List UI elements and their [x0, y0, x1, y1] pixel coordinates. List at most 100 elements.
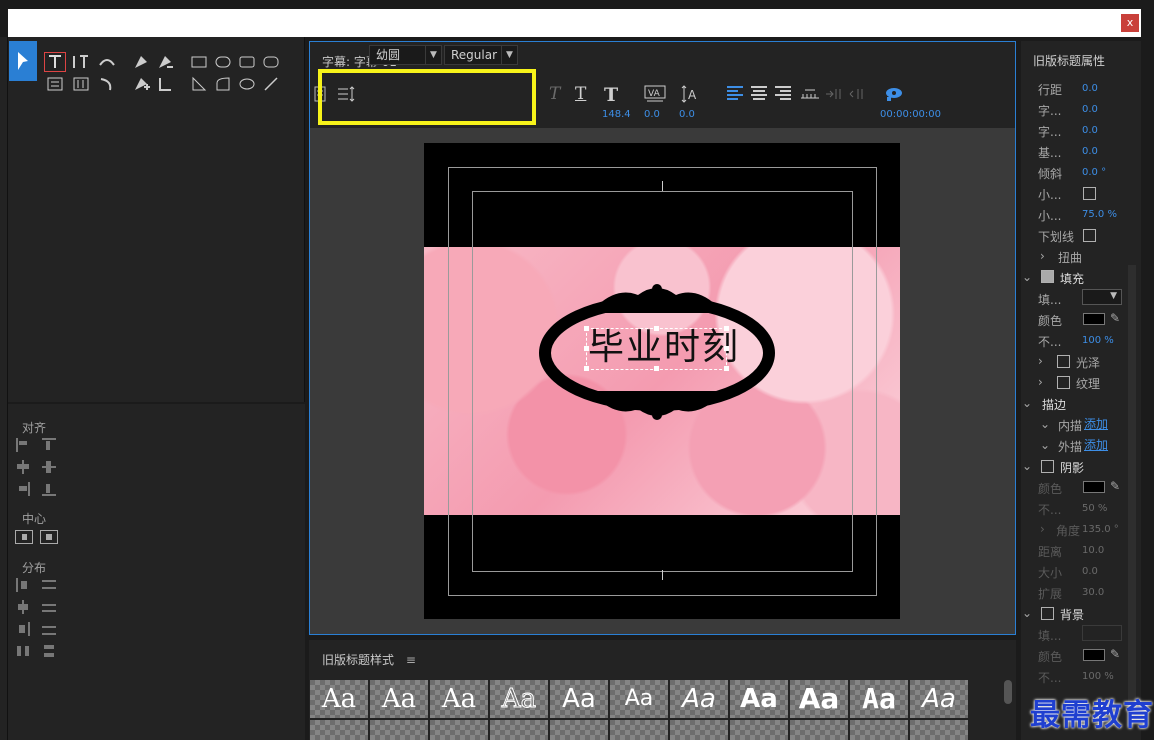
properties-panel-tab[interactable]: 旧版标题属性: [1033, 52, 1105, 69]
chevron-right-icon[interactable]: ›: [1040, 522, 1045, 536]
align-center-text-icon[interactable]: [751, 86, 767, 100]
chevron-down-icon[interactable]: ⌄: [1022, 606, 1032, 620]
rectangle-tool[interactable]: [188, 52, 210, 72]
style-swatch[interactable]: Aa: [910, 680, 968, 718]
smallcaps-checkbox[interactable]: [1083, 187, 1096, 200]
distribute-bottom-icon[interactable]: [42, 622, 58, 636]
eyedropper-icon[interactable]: ✎: [1110, 311, 1120, 325]
distribute-v-space-icon[interactable]: [42, 644, 58, 658]
prop-value[interactable]: 0.0: [1082, 83, 1098, 94]
delete-anchor-tool[interactable]: [154, 52, 176, 72]
pen-tool[interactable]: [130, 52, 152, 72]
bg-fill-dropdown[interactable]: [1082, 625, 1122, 641]
add-inner-stroke-link[interactable]: 添加: [1084, 415, 1108, 432]
texture-checkbox[interactable]: [1057, 376, 1070, 389]
style-swatch[interactable]: [850, 720, 908, 740]
style-swatch[interactable]: Aa: [430, 680, 488, 718]
style-swatch[interactable]: [430, 720, 488, 740]
path-type-tool[interactable]: [96, 52, 118, 72]
ellipse-tool[interactable]: [236, 74, 258, 94]
line-tool[interactable]: [260, 74, 282, 94]
font-family-dropdown[interactable]: 幼圆 ▼: [369, 45, 442, 65]
leading-value[interactable]: 0.0: [679, 109, 695, 120]
font-style-dropdown[interactable]: Regular ▼: [444, 45, 518, 65]
vertical-path-type-tool[interactable]: [96, 74, 118, 94]
resize-handle[interactable]: [654, 326, 659, 331]
align-left-text-icon[interactable]: [727, 86, 743, 100]
distribute-v-center-icon[interactable]: [42, 600, 58, 614]
timecode[interactable]: 00:00:00:00: [880, 109, 941, 120]
center-vertical-icon[interactable]: [40, 530, 58, 544]
arc-tool[interactable]: [212, 74, 234, 94]
chevron-down-icon[interactable]: ⌄: [1040, 438, 1050, 452]
style-swatch[interactable]: [910, 720, 968, 740]
background-checkbox[interactable]: [1041, 607, 1054, 620]
style-swatch[interactable]: Aa: [850, 680, 908, 718]
caption-text[interactable]: 毕业时刻: [588, 328, 738, 370]
kerning-value[interactable]: 0.0: [644, 109, 660, 120]
convert-anchor-tool[interactable]: [154, 74, 176, 94]
font-size-icon[interactable]: T: [604, 84, 618, 106]
styles-panel-tab[interactable]: 旧版标题样式: [322, 653, 394, 667]
style-swatch[interactable]: Aa: [670, 680, 728, 718]
font-size-value[interactable]: 148.4: [602, 109, 631, 120]
italic-icon[interactable]: T: [549, 84, 560, 104]
align-top-icon[interactable]: [42, 438, 58, 452]
chevron-down-icon[interactable]: ⌄: [1022, 396, 1032, 410]
style-swatch[interactable]: [670, 720, 728, 740]
resize-handle[interactable]: [584, 366, 589, 371]
chevron-right-icon[interactable]: ›: [1038, 375, 1043, 389]
fill-color-swatch[interactable]: [1083, 313, 1105, 325]
rounded-rectangle-tool[interactable]: [212, 52, 234, 72]
kerning-icon[interactable]: VA: [644, 85, 666, 103]
style-swatch[interactable]: Aa: [730, 680, 788, 718]
paragraph-rtl-icon[interactable]: [849, 87, 867, 101]
paragraph-ltr-icon[interactable]: [825, 87, 843, 101]
fill-checkbox[interactable]: [1041, 270, 1054, 283]
eyedropper-icon[interactable]: ✎: [1110, 479, 1120, 493]
align-v-center-icon[interactable]: [42, 460, 58, 474]
style-swatch[interactable]: Aa: [490, 680, 548, 718]
style-swatch[interactable]: Aa: [310, 680, 368, 718]
style-swatch[interactable]: Aa: [370, 680, 428, 718]
prop-value[interactable]: 100 %: [1082, 335, 1114, 346]
properties-scrollbar[interactable]: [1128, 265, 1136, 705]
style-swatch[interactable]: Aa: [790, 680, 848, 718]
leading-icon[interactable]: A: [681, 84, 701, 104]
fill-type-dropdown[interactable]: ▼: [1082, 289, 1122, 305]
chevron-down-icon[interactable]: ⌄: [1040, 417, 1050, 431]
style-swatch[interactable]: Aa: [550, 680, 608, 718]
distribute-h-space-icon[interactable]: [16, 644, 32, 658]
sheen-checkbox[interactable]: [1057, 355, 1070, 368]
resize-handle[interactable]: [724, 366, 729, 371]
styles-scrollbar[interactable]: [1004, 680, 1012, 704]
prop-value[interactable]: 0.0 °: [1082, 167, 1106, 178]
style-swatch[interactable]: [490, 720, 548, 740]
clipped-rectangle-tool[interactable]: [236, 52, 258, 72]
prop-value[interactable]: 0.0: [1082, 146, 1098, 157]
align-right-text-icon[interactable]: [775, 86, 791, 100]
style-swatch[interactable]: [550, 720, 608, 740]
show-background-video-icon[interactable]: [884, 85, 904, 103]
rounded-corner-tool[interactable]: [260, 52, 282, 72]
prop-value[interactable]: 75.0 %: [1082, 209, 1117, 220]
prop-value[interactable]: 50 %: [1082, 503, 1107, 514]
prop-value[interactable]: 0.0: [1082, 125, 1098, 136]
wedge-tool[interactable]: [188, 74, 210, 94]
chevron-down-icon[interactable]: ⌄: [1022, 459, 1032, 473]
distribute-h-center-icon[interactable]: [16, 600, 32, 614]
center-horizontal-icon[interactable]: [15, 530, 33, 544]
shadow-checkbox[interactable]: [1041, 460, 1054, 473]
vertical-area-type-tool[interactable]: [70, 74, 92, 94]
style-swatch[interactable]: [370, 720, 428, 740]
underline-icon[interactable]: T: [575, 84, 586, 104]
eyedropper-icon[interactable]: ✎: [1110, 647, 1120, 661]
prop-value[interactable]: 0.0: [1082, 104, 1098, 115]
chevron-right-icon[interactable]: ›: [1040, 249, 1045, 263]
style-swatch[interactable]: [610, 720, 668, 740]
prop-value[interactable]: 30.0: [1082, 587, 1104, 598]
prop-value[interactable]: 100 %: [1082, 671, 1114, 682]
align-right-icon[interactable]: [16, 482, 32, 496]
distribute-top-icon[interactable]: [42, 578, 58, 592]
add-outer-stroke-link[interactable]: 添加: [1084, 436, 1108, 453]
